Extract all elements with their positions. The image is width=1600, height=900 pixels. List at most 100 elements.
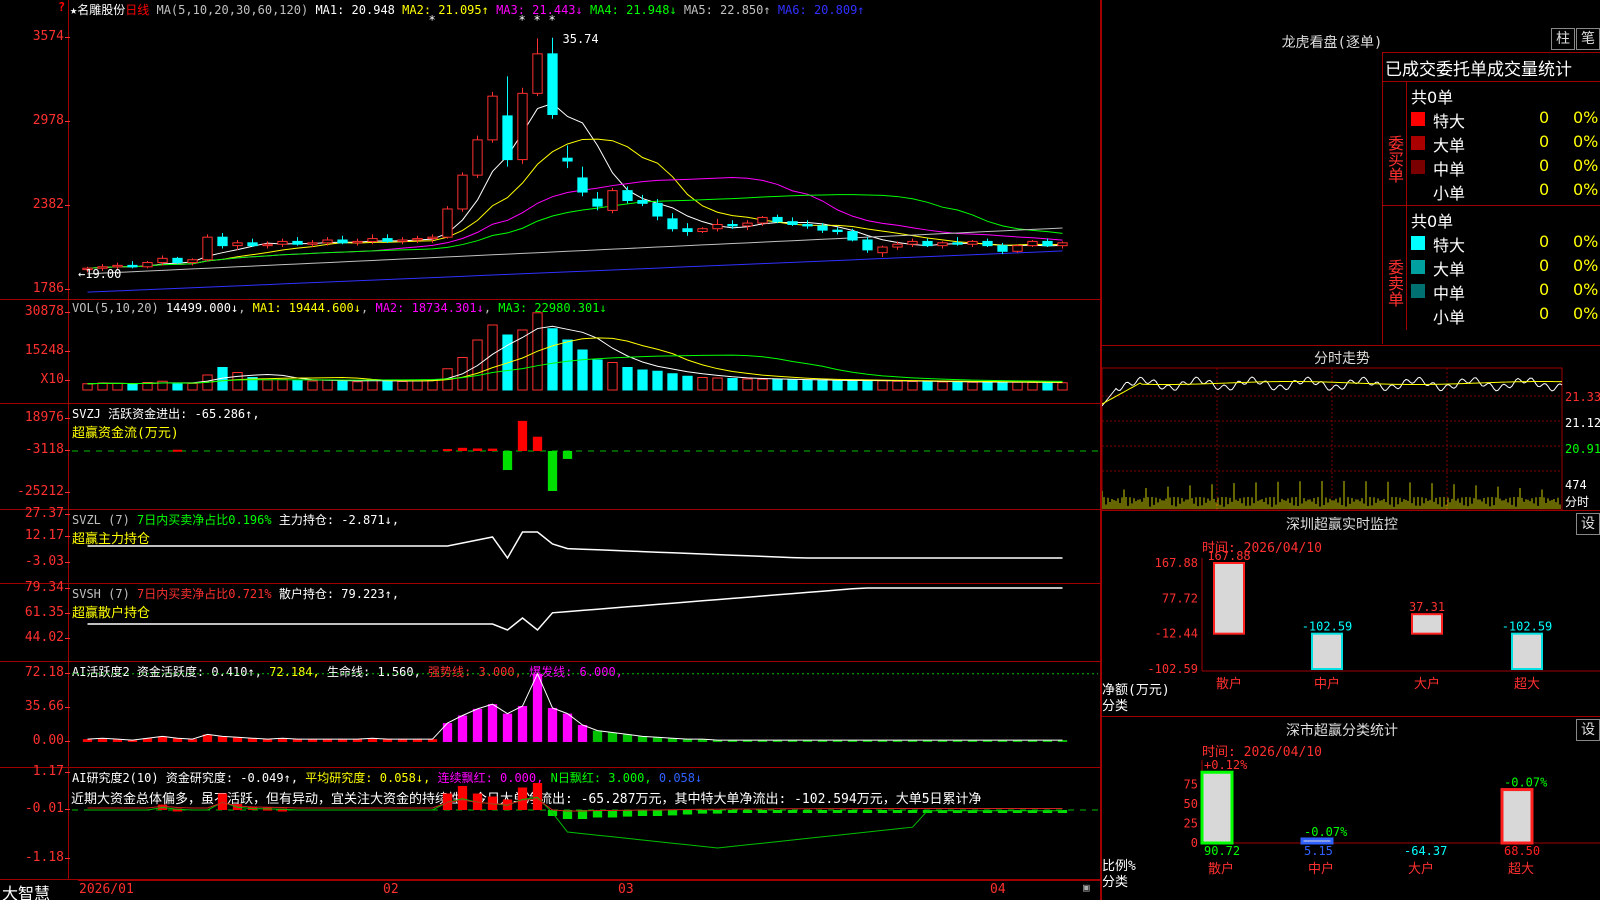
candle-body	[832, 229, 843, 233]
svzj-pane[interactable]: SVZJ 活跃资金进出: -65.286↑, 超赢资金流(万元) 18976 -3…	[0, 404, 1100, 510]
svzj-bar	[172, 449, 183, 452]
ai-active-bar	[622, 734, 633, 742]
candle-body	[352, 240, 363, 244]
ai-research-bar	[787, 810, 798, 813]
ai-research-bar	[712, 810, 723, 814]
sz-monitor-y-label: -12.44	[1155, 627, 1198, 641]
ai-research-bar	[607, 810, 618, 818]
ai-active-chart[interactable]	[0, 662, 1100, 768]
price-pane[interactable]: ★名雕股份日线 MA(5,10,20,30,60,120) MA1: 20.94…	[0, 0, 1100, 300]
ai-research-bar	[877, 810, 888, 813]
ai-active-bar	[577, 724, 588, 742]
intraday-chart[interactable]	[1102, 346, 1600, 511]
sz-monitor-panel: 深圳超赢实时监控 设 时间: 2026/04/10 167.88 77.72 -12…	[1101, 510, 1600, 716]
candle-body	[517, 92, 528, 161]
buy-row-pct: 0%	[1573, 108, 1599, 127]
volume-bar	[292, 380, 303, 391]
ai-research-bar	[727, 810, 738, 813]
sell-row-name: 大单	[1433, 260, 1466, 279]
sz-class-y-label: 0	[1191, 836, 1198, 850]
candle-body	[952, 242, 963, 245]
sell-row: 特大 0 0%	[1409, 232, 1600, 255]
intraday-vol-label: 474	[1565, 478, 1587, 492]
intraday-panel[interactable]: 分时走势 21.33 21.12 20.91 474 分时	[1101, 345, 1600, 511]
volume-bar	[922, 381, 933, 391]
candle-body	[922, 240, 933, 247]
intraday-y2: 21.12	[1565, 416, 1600, 430]
volume-bar	[127, 383, 138, 391]
candle-body	[337, 239, 348, 244]
longhu-title: 龙虎看盘(逐单)	[1281, 35, 1383, 51]
date-label-jan: 2026/01	[79, 882, 134, 897]
ai-research-bar	[817, 810, 828, 813]
candle-body	[637, 200, 648, 204]
sz-monitor-bar	[1311, 632, 1343, 670]
volume-bar	[622, 367, 633, 391]
buy-section: 委买单 共0单 特大 0 0% 大单 0 0% 中单 0 0% 小单 0 0%	[1383, 81, 1600, 206]
ai-active-bar	[232, 737, 243, 742]
volume-bar	[952, 381, 963, 391]
ai-active-bar	[457, 715, 468, 742]
volume-bar	[772, 379, 783, 391]
volume-pane[interactable]: VOL(5,10,20) 14499.000↓, MA1: 19444.600↓…	[0, 300, 1100, 404]
volume-bar	[652, 370, 663, 391]
svsh-pane[interactable]: SVSH (7) 7日内买卖净占比0.721% 散户持仓: 79.223↑, 超…	[0, 580, 1100, 662]
svzj-chart[interactable]	[0, 404, 1100, 510]
buy-count: 共0单	[1411, 88, 1454, 107]
volume-bar	[412, 380, 423, 391]
candle-body	[412, 238, 423, 241]
price-chart[interactable]: 35.74 ←19.00 * * * *	[0, 0, 1100, 300]
volume-bar	[787, 379, 798, 391]
ai-active-bar	[532, 673, 543, 742]
ai-research-pane[interactable]: AI研究度2(10) 资金研究度: -0.049↑, 平均研究度: 0.058↓…	[0, 764, 1100, 880]
sz-monitor-bar	[1213, 562, 1245, 635]
intraday-unit: 分时	[1565, 495, 1590, 509]
ai-research-bar	[772, 810, 783, 813]
ai-active-bar	[217, 736, 228, 742]
sz-class-cat-label: 超大	[1508, 862, 1534, 877]
candle-body	[532, 53, 543, 94]
volume-chart[interactable]	[0, 300, 1100, 404]
sz-class-cat-label: 大户	[1408, 861, 1434, 877]
candle-body	[502, 115, 513, 161]
candle-body	[277, 240, 288, 245]
candle-body	[1057, 242, 1068, 247]
sz-monitor-bar	[1511, 632, 1543, 670]
volume-bar	[937, 381, 948, 391]
ai-active-bar	[82, 739, 93, 742]
ai-research-bar	[592, 810, 603, 818]
svzj-bar	[502, 451, 513, 471]
ai-active-pane[interactable]: AI活跃度2 资金活跃度: 0.410↑, 72.184, 生命线: 1.560…	[0, 662, 1100, 768]
volume-bar	[667, 373, 678, 391]
buy-row-value: 0	[1539, 132, 1550, 151]
tick-mode-button[interactable]: 笔	[1576, 28, 1600, 50]
candle-body	[607, 190, 618, 211]
date-label-mar: 03	[618, 882, 634, 897]
volume-bar	[1027, 382, 1038, 391]
sz-class-bar	[1500, 788, 1534, 845]
candle-body	[577, 177, 588, 193]
svzj-bar	[487, 448, 498, 451]
svzl-pane[interactable]: SVZL (7) 7日内买卖净占比0.196% 主力持仓: -2.871↓, 超…	[0, 506, 1100, 584]
color-swatch	[1411, 112, 1425, 126]
sz-class-cat-label: 散户	[1208, 861, 1234, 877]
ai-active-bar	[472, 708, 483, 742]
candle-body	[742, 222, 753, 227]
svsh-chart[interactable]	[0, 584, 1100, 662]
sell-row-name: 小单	[1433, 308, 1466, 327]
volume-bar	[637, 369, 648, 391]
sz-class-y-label: 25	[1184, 817, 1198, 831]
svzl-chart[interactable]	[0, 510, 1100, 584]
date-axis: 大智慧 2026/01 02 03 04 ▣	[0, 880, 1100, 900]
bar-mode-button[interactable]: 柱	[1551, 28, 1575, 50]
ai-active-line	[87, 672, 1063, 741]
sell-row-pct: 0%	[1573, 232, 1599, 251]
volume-bar	[802, 379, 813, 391]
svzl-line	[87, 531, 1063, 560]
color-swatch	[1411, 236, 1425, 250]
date-axis-line	[78, 880, 1100, 881]
ai-active-bar	[652, 737, 663, 742]
ai-research-chart[interactable]	[0, 768, 1100, 880]
candle-body	[367, 238, 378, 242]
ai-research-bar	[532, 783, 543, 810]
